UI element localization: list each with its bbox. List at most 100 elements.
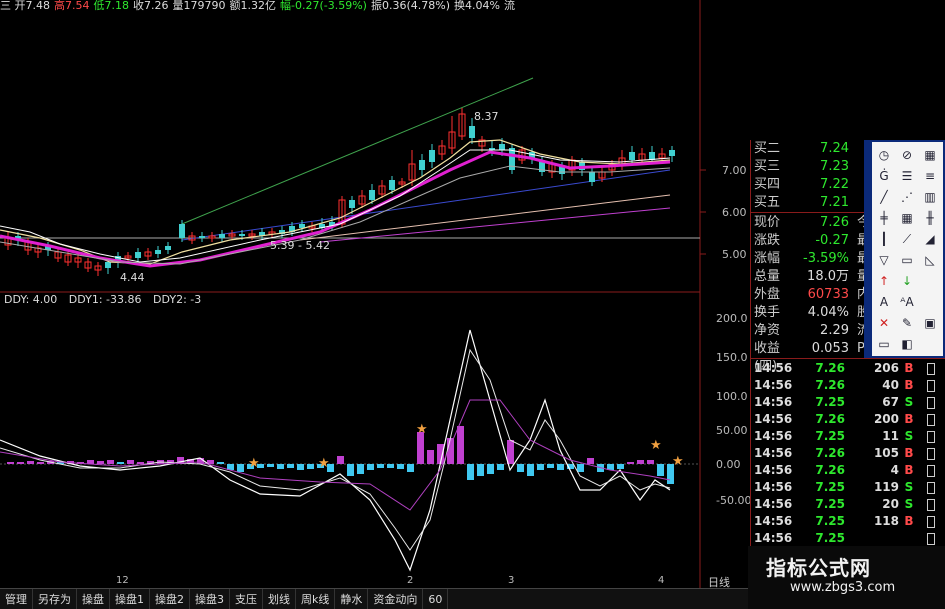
candle-body — [469, 126, 475, 138]
circle-slash-icon[interactable]: ⊘ — [897, 146, 917, 164]
tick-dir: B — [904, 514, 914, 528]
x-axis: 12 2 3 4 — [0, 575, 700, 588]
tick-dir: S — [904, 497, 914, 511]
indicator-bar — [137, 462, 144, 464]
up-arrow-icon[interactable]: ↑ — [874, 272, 894, 290]
quote-value: 4.04% — [807, 305, 849, 320]
gann-icon[interactable]: Ġ — [874, 167, 894, 185]
tick-row: 14:56 7.25 118 B — [751, 513, 945, 530]
indicator-bar — [127, 460, 134, 464]
rectangle-icon[interactable]: ▭ — [897, 251, 917, 269]
xaxis-label: 2 — [407, 575, 414, 586]
indicator-bar — [237, 464, 244, 472]
ma-line-20 — [0, 165, 671, 265]
down-triangle-icon[interactable]: ▽ — [874, 251, 894, 269]
tab-item[interactable]: 静水 — [335, 589, 369, 609]
ray-icon[interactable]: ╱ — [874, 188, 894, 206]
fan-icon[interactable]: ⋰ — [897, 188, 917, 206]
cycle-icon[interactable]: ╪ — [874, 209, 894, 227]
quote-value: 60733 — [807, 287, 849, 302]
frame-icon[interactable]: ▣ — [920, 314, 940, 332]
ma-line-5 — [0, 139, 671, 265]
tab-item[interactable]: 另存为 — [33, 589, 77, 609]
ma-line-10 — [0, 150, 671, 268]
tab-item[interactable]: 60 — [423, 589, 449, 609]
candle-body — [369, 190, 375, 200]
signal-star-icon: ★ — [416, 422, 428, 437]
quote-value: 7.23 — [820, 159, 849, 174]
tab-item[interactable]: 管理 — [0, 589, 33, 609]
quote-value: 7.24 — [820, 141, 849, 156]
indicator-bar — [477, 464, 484, 476]
tick-volume-bar — [927, 431, 935, 443]
price-axis-tick: 5.00 — [722, 248, 747, 261]
blank-icon[interactable] — [920, 293, 940, 311]
parallel-icon[interactable]: ≡ — [920, 167, 940, 185]
tick-row: 14:56 7.25 20 S — [751, 496, 945, 513]
text-icon[interactable]: A — [874, 293, 894, 311]
tab-item[interactable]: 划线 — [263, 589, 296, 609]
candle-body — [239, 234, 245, 236]
tick-price: 7.26 — [815, 463, 845, 477]
quote-label: 买三 — [754, 159, 781, 174]
tab-item[interactable]: 支压 — [230, 589, 263, 609]
candle-body — [429, 150, 435, 162]
clock-icon[interactable]: ◷ — [874, 146, 894, 164]
candle-body — [669, 150, 675, 156]
wedge-icon[interactable]: ◺ — [920, 251, 940, 269]
edit-icon[interactable]: ✎ — [897, 314, 917, 332]
blank-icon[interactable] — [920, 335, 940, 353]
low-price-label: 4.44 — [120, 271, 145, 284]
angle-icon[interactable]: ⟋ — [897, 230, 917, 248]
down-arrow-icon[interactable]: ↓ — [897, 272, 917, 290]
quote-label: 总量 — [754, 269, 781, 284]
tick-volume-bar — [927, 516, 935, 528]
drawing-toolbox[interactable]: ◷ ⊘ ▦ Ġ ☰ ≡ ╱ ⋰ ▥ ╪ ▦ ╫ ┃ ⟋ ◢ ▽ ▭ ◺ ↑ ↓ AᴬA ✕ ✎ ▣ ▭ ◧ — [864, 140, 945, 358]
bars-icon[interactable]: ╫ — [920, 209, 940, 227]
tick-dir: B — [904, 378, 914, 392]
layout-icon[interactable]: ◧ — [897, 335, 917, 353]
price-axis-tick: 6.00 — [722, 206, 747, 219]
ddy-line — [0, 329, 671, 572]
indicator-bar — [627, 462, 634, 464]
tick-vol: 118 — [873, 514, 899, 528]
indicator-bar — [587, 458, 594, 464]
tick-time: 14:56 — [754, 395, 793, 409]
indicator-bar — [17, 462, 24, 464]
indicator-bar — [527, 464, 534, 476]
tick-time: 14:56 — [754, 446, 793, 460]
candle-body — [349, 200, 355, 208]
tab-item[interactable]: 操盘3 — [190, 589, 230, 609]
toolbox-titlebar[interactable] — [866, 142, 872, 356]
tick-price: 7.25 — [815, 514, 845, 528]
triangle-icon[interactable]: ◢ — [920, 230, 940, 248]
lines-icon[interactable]: ☰ — [897, 167, 917, 185]
range-label: 5.39 - 5.42 — [270, 239, 330, 252]
candle-body — [199, 236, 205, 238]
indicator-bar — [377, 464, 384, 468]
channel-icon[interactable]: ▥ — [920, 188, 940, 206]
tab-item[interactable]: 操盘2 — [150, 589, 190, 609]
vertical-line-icon[interactable]: ┃ — [874, 230, 894, 248]
grid-icon[interactable]: ▦ — [920, 146, 940, 164]
indicator-bar — [347, 464, 354, 476]
tab-item[interactable]: 操盘1 — [110, 589, 150, 609]
candle-body — [219, 234, 225, 238]
indicator-bar — [287, 464, 294, 468]
tick-price: 7.26 — [815, 378, 845, 392]
indicator-axis-tick: 0.00 — [716, 458, 741, 471]
box-icon[interactable]: ▦ — [897, 209, 917, 227]
indicator-bar — [367, 464, 374, 470]
tab-item[interactable]: 操盘 — [77, 589, 110, 609]
delete-icon[interactable]: ✕ — [874, 314, 894, 332]
font-icon[interactable]: ᴬA — [897, 293, 917, 311]
tab-item[interactable]: 资金动向 — [368, 589, 424, 609]
indicator-axis-tick: 50.00 — [716, 424, 748, 437]
indicator-bar — [217, 462, 224, 464]
tab-item[interactable]: 周k线 — [296, 589, 336, 609]
tick-price: 7.25 — [815, 395, 845, 409]
tick-row: 14:56 7.25 119 S — [751, 479, 945, 496]
blank-icon[interactable] — [920, 272, 940, 290]
save-icon[interactable]: ▭ — [874, 335, 894, 353]
quote-label: 买五 — [754, 195, 781, 210]
